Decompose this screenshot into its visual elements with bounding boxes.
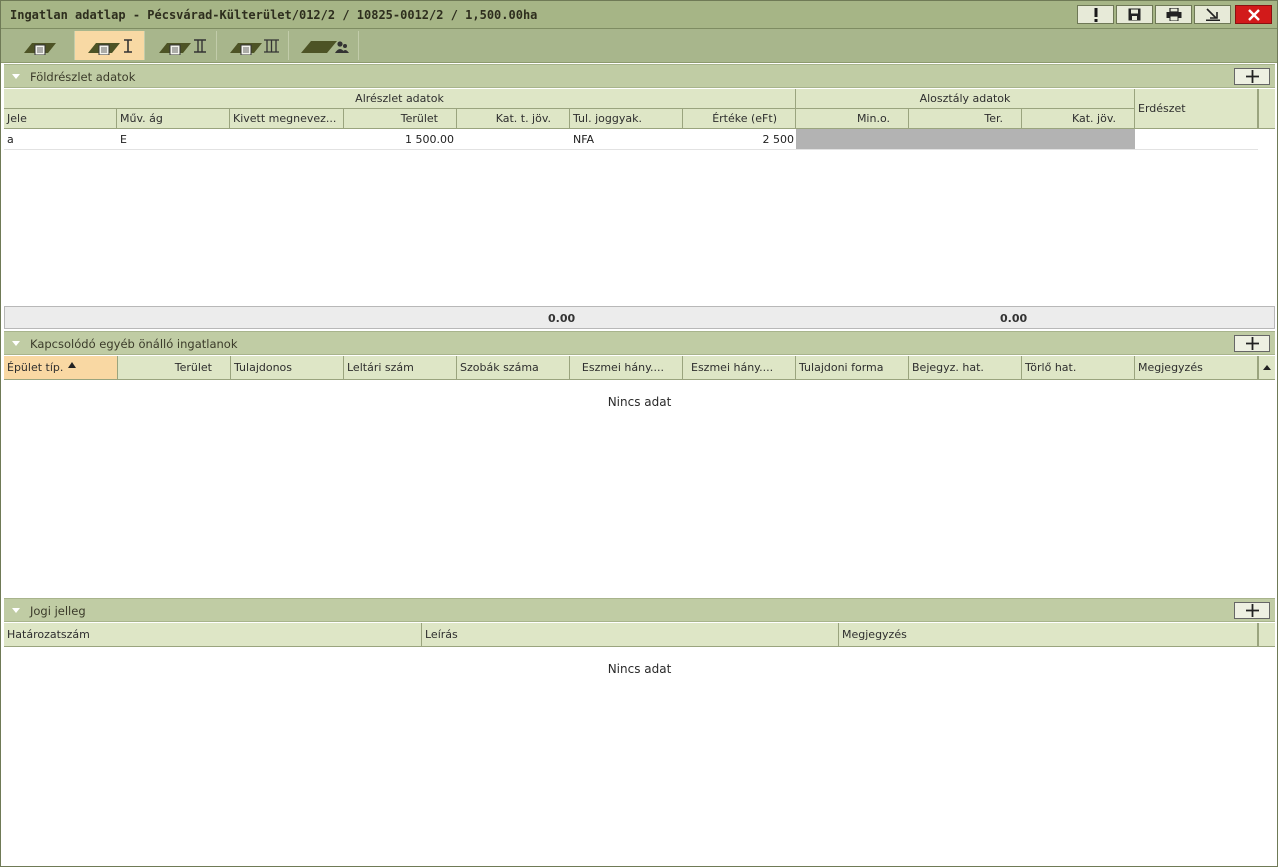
save-icon — [1128, 8, 1141, 21]
cell-tul-joggyak: NFA — [573, 132, 595, 146]
cell-kat-t-jov — [457, 129, 570, 149]
scroll-up-arrow-icon — [1263, 365, 1271, 370]
column-header-tulajdonos[interactable]: Tulajdonos — [231, 356, 344, 380]
foldreszlet-section-header[interactable]: Földrészlet adatok — [4, 64, 1275, 88]
jogi-add-button[interactable] — [1234, 602, 1270, 619]
alert-button[interactable] — [1077, 5, 1114, 24]
column-header-muv-ag[interactable]: Műv. ág — [117, 109, 230, 129]
column-header-eszmei-hany-2[interactable]: Eszmei hány.... — [683, 356, 796, 380]
foldreszlet-summary-bar: 0.00 0.00 — [4, 306, 1275, 329]
view-toolbar — [1, 29, 1277, 63]
property-datasheet-window: Ingatlan adatlap - Pécsvárad-Külterület/… — [0, 0, 1278, 867]
column-header-megjegyzes-2[interactable]: Megjegyzés — [839, 623, 1258, 647]
minimize-arrow-icon — [1205, 8, 1220, 21]
close-button[interactable] — [1235, 5, 1272, 24]
column-header-bejegyz-hat[interactable]: Bejegyz. hat. — [909, 356, 1022, 380]
minimize-button[interactable] — [1194, 5, 1231, 24]
column-header-terulet[interactable]: Terület — [344, 109, 457, 129]
epulet-tip-label: Épület típ. — [7, 361, 64, 374]
cell-terulet: 1 500.00 — [405, 132, 454, 146]
plus-icon — [1245, 604, 1259, 617]
save-button[interactable] — [1116, 5, 1153, 24]
close-icon — [1247, 8, 1260, 21]
scrollbar-header — [1258, 623, 1275, 647]
parcel-part-2-icon — [158, 38, 206, 55]
cell-muv-ag: E — [120, 132, 127, 146]
column-header-terulet-2[interactable]: Terület — [118, 356, 231, 380]
column-header-szobak-szama[interactable]: Szobák száma — [457, 356, 570, 380]
alert-icon — [1094, 7, 1097, 22]
column-header-jele[interactable]: Jele — [4, 109, 117, 129]
foldreszlet-add-button[interactable] — [1234, 68, 1270, 85]
column-header-torlo-hat[interactable]: Törlő hat. — [1022, 356, 1135, 380]
print-button[interactable] — [1155, 5, 1192, 24]
column-header-min-o[interactable]: Min.o. — [796, 109, 909, 129]
column-header-kat-jov[interactable]: Kat. jöv. — [1022, 109, 1135, 129]
alosztaly-disabled-cells — [796, 129, 1135, 149]
sum-terulet: 0.00 — [548, 312, 576, 325]
column-header-leltari-szam[interactable]: Leltári szám — [344, 356, 457, 380]
cell-jele: a — [7, 132, 14, 146]
parcel-owners-icon — [300, 40, 349, 53]
parcel-icon — [23, 42, 56, 55]
kapcsolodo-add-button[interactable] — [1234, 335, 1270, 352]
parcel-part-3-icon — [229, 38, 279, 55]
row-divider — [4, 149, 1258, 150]
plus-icon — [1245, 70, 1259, 83]
column-header-epulet-tip[interactable]: Épület típ. — [4, 356, 118, 380]
collapse-triangle-icon[interactable] — [12, 74, 20, 79]
title-bar: Ingatlan adatlap - Pécsvárad-Külterület/… — [1, 1, 1277, 29]
print-icon — [1166, 8, 1181, 21]
sum-alosztaly: 0.00 — [1000, 312, 1028, 325]
scrollbar-header — [1258, 89, 1275, 129]
plus-icon — [1245, 337, 1259, 350]
jogi-section-title: Jogi jelleg — [30, 604, 86, 618]
foldreszlet-section-title: Földrészlet adatok — [30, 70, 136, 84]
jogi-section-header[interactable]: Jogi jelleg — [4, 598, 1275, 622]
alreszlet-group-header: Alrészlet adatok — [4, 89, 796, 109]
jogi-empty-message: Nincs adat — [607, 662, 672, 676]
column-header-eszmei-hany-1[interactable]: Eszmei hány.... — [570, 356, 683, 380]
column-header-leiras[interactable]: Leírás — [422, 623, 839, 647]
collapse-triangle-icon[interactable] — [12, 608, 20, 613]
sort-ascending-icon — [68, 361, 77, 368]
scroll-up-button[interactable] — [1258, 356, 1275, 380]
column-header-kivett-megnevezes[interactable]: Kivett megnevez... — [230, 109, 344, 129]
parcel-part-1-icon — [87, 38, 132, 55]
kapcsolodo-empty-message: Nincs adat — [607, 395, 672, 409]
cell-erteke: 2 500 — [762, 132, 795, 146]
tab-parcel-part-1[interactable] — [75, 31, 145, 60]
tab-parcel[interactable] — [5, 31, 75, 60]
tab-parcel-part-3[interactable] — [219, 31, 289, 60]
column-header-ter[interactable]: Ter. — [909, 109, 1022, 129]
column-header-hatarozatszam[interactable]: Határozatszám — [4, 623, 422, 647]
alosztaly-group-header: Alosztály adatok — [796, 89, 1135, 109]
column-header-megjegyzes[interactable]: Megjegyzés — [1135, 356, 1258, 380]
column-header-erdeszet[interactable]: Erdészet — [1135, 89, 1258, 129]
tab-parcel-part-2[interactable] — [147, 31, 217, 60]
column-header-tul-joggyak[interactable]: Tul. joggyak. — [570, 109, 683, 129]
column-header-erteke[interactable]: Értéke (eFt) — [683, 109, 796, 129]
cell-kivett — [230, 129, 344, 149]
kapcsolodo-section-header[interactable]: Kapcsolódó egyéb önálló ingatlanok — [4, 331, 1275, 355]
column-header-kat-t-jov[interactable]: Kat. t. jöv. — [457, 109, 570, 129]
tab-parcel-owners[interactable] — [289, 31, 359, 60]
window-title: Ingatlan adatlap - Pécsvárad-Külterület/… — [10, 8, 538, 22]
collapse-triangle-icon[interactable] — [12, 341, 20, 346]
column-header-tulajdoni-forma[interactable]: Tulajdoni forma — [796, 356, 909, 380]
kapcsolodo-section-title: Kapcsolódó egyéb önálló ingatlanok — [30, 337, 238, 351]
